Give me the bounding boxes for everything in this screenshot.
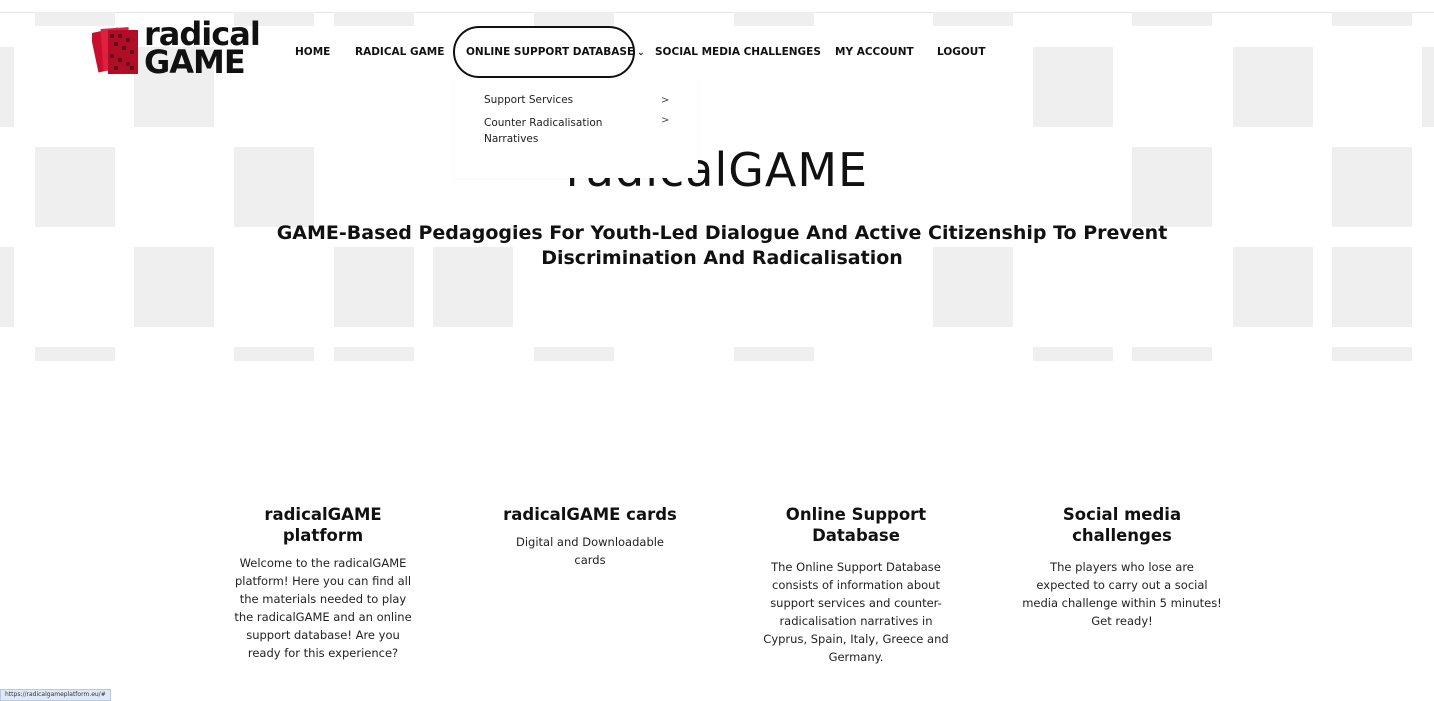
card-text: Welcome to the radicalGAME platform! Her… (234, 556, 412, 660)
radicalgame-logo-mark-icon (92, 27, 138, 74)
hero-title: radicalGAME (565, 143, 869, 197)
logo-line-2: GAME (144, 43, 246, 81)
site-logo[interactable]: radical GAME (92, 18, 261, 84)
nav-online-support-database-label: ONLINE SUPPORT DATABASE (466, 46, 635, 58)
card-text: The Online Support Database consists of … (763, 560, 949, 664)
feature-card-online-support-database[interactable]: Online Support Database The Online Suppo… (756, 504, 956, 666)
chevron-down-icon: ⌄ (637, 48, 645, 58)
nav-radical-game[interactable]: RADICAL GAME (355, 46, 444, 58)
browser-status-url: https://radicalgameplatform.eu/# (0, 689, 111, 701)
card-text: The players who lose are expected to car… (1022, 560, 1222, 628)
card-title: radicalGAME platform (264, 505, 382, 545)
submenu-arrow-icon: > (661, 95, 670, 106)
nav-dropdown-menu: Support Services > Counter Radicalisatio… (454, 78, 698, 178)
nav-online-support-database[interactable]: ONLINE SUPPORT DATABASE ⌄ (466, 46, 645, 58)
feature-card-platform[interactable]: radicalGAME platform Welcome to the radi… (223, 504, 423, 662)
nav-logout[interactable]: LOGOUT (937, 46, 985, 58)
dropdown-item-counter-radicalisation-narratives[interactable]: Counter Radicalisation Narratives (484, 115, 624, 147)
card-title: Social media challenges (1062, 505, 1182, 545)
nav-social-media-challenges[interactable]: SOCIAL MEDIA CHALLENGES (655, 46, 821, 58)
feature-card-cards[interactable]: radicalGAME cards Digital and Downloadab… (490, 504, 690, 569)
feature-card-social-media-challenges[interactable]: Social media challenges The players who … (1022, 504, 1222, 630)
card-text: Digital and Downloadable cards (515, 535, 665, 567)
card-title: radicalGAME cards (503, 505, 677, 524)
submenu-arrow-icon: > (661, 115, 670, 126)
nav-my-account[interactable]: MY ACCOUNT (835, 46, 914, 58)
nav-home[interactable]: HOME (295, 46, 330, 58)
card-title: Online Support Database (785, 505, 927, 545)
dropdown-item-support-services[interactable]: Support Services (484, 92, 644, 108)
hero-subtitle: GAME-Based Pedagogies For Youth-Led Dial… (276, 222, 1168, 269)
logo-wordmark: radical GAME (144, 18, 261, 81)
